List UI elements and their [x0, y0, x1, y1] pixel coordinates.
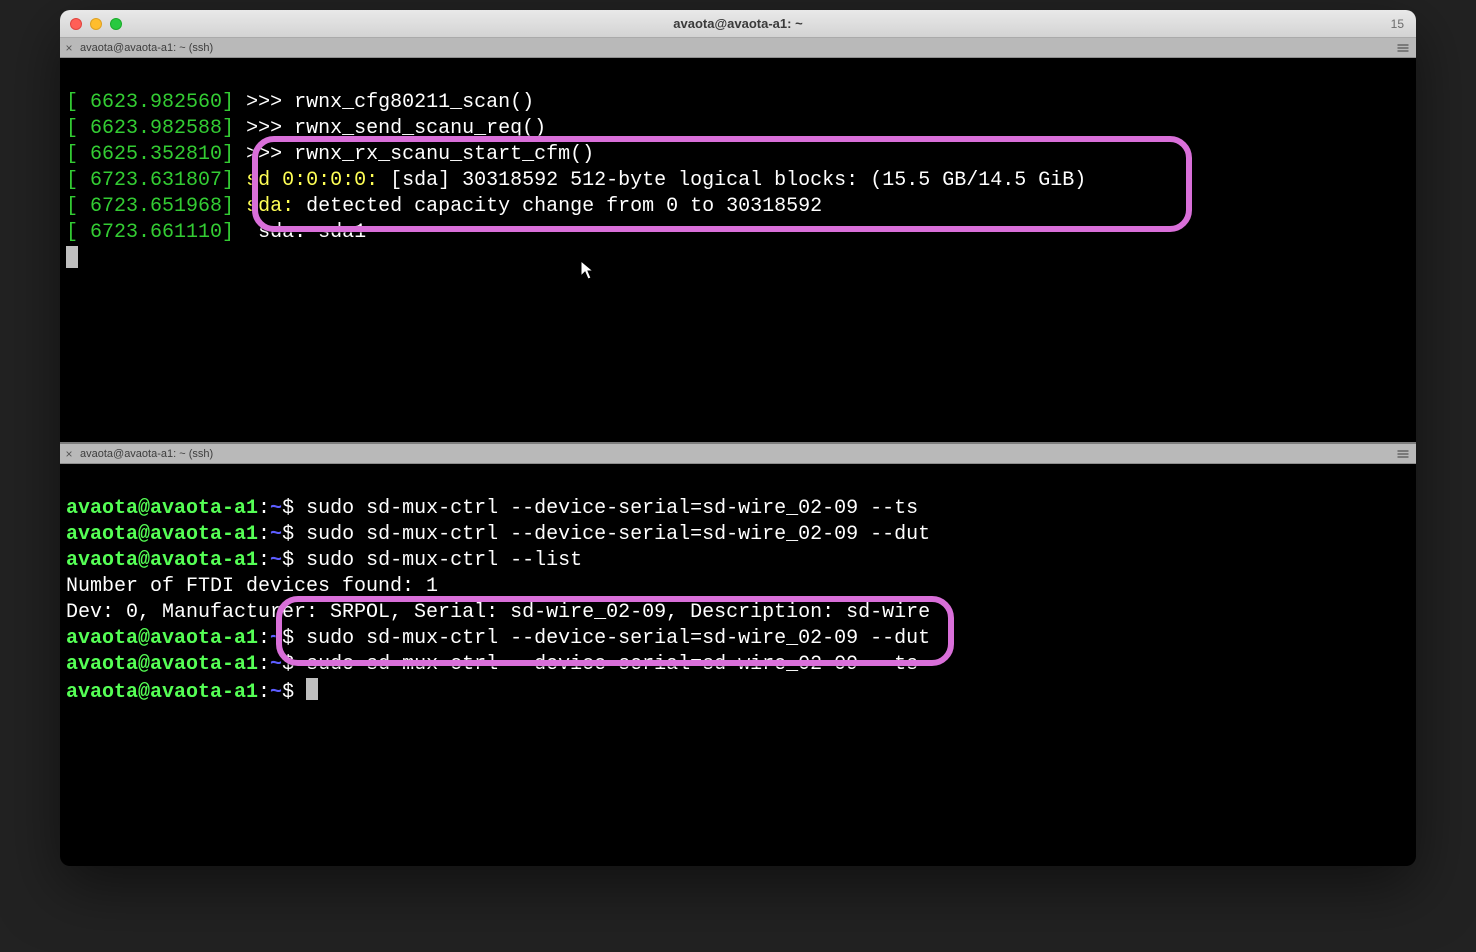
kernel-timestamp: 6623.982560 — [90, 91, 222, 114]
output-line: Number of FTDI devices found: 1 — [66, 575, 438, 598]
kernel-timestamp: 6723.661110 — [90, 221, 222, 244]
kernel-message: sda: sda1 — [246, 221, 366, 244]
kernel-message: >>> rwnx_send_scanu_req() — [246, 117, 546, 140]
window-title-right: 15 — [1391, 17, 1404, 31]
tab-menu-icon[interactable] — [1396, 41, 1410, 55]
tab-menu-icon[interactable] — [1396, 447, 1410, 461]
mouse-cursor-icon — [508, 234, 524, 256]
command: sudo sd-mux-ctrl --device-serial=sd-wire… — [306, 653, 918, 676]
maximize-button[interactable] — [110, 18, 122, 30]
prompt-path: ~ — [270, 653, 282, 676]
prompt-host: avaota@avaota-a1 — [66, 523, 258, 546]
kernel-timestamp: 6623.982588 — [90, 117, 222, 140]
kernel-prefix: sd 0:0:0:0: — [246, 169, 390, 192]
terminal-window: avaota@avaota-a1: ~ 15 × avaota@avaota-a… — [60, 10, 1416, 866]
titlebar: avaota@avaota-a1: ~ 15 — [60, 10, 1416, 38]
tabbar-bottom: × avaota@avaota-a1: ~ (ssh) — [60, 444, 1416, 464]
command: sudo sd-mux-ctrl --device-serial=sd-wire… — [306, 627, 930, 650]
terminal-cursor — [66, 246, 78, 268]
tabbar-top: × avaota@avaota-a1: ~ (ssh) — [60, 38, 1416, 58]
output-line: Dev: 0, Manufacturer: SRPOL, Serial: sd-… — [66, 601, 930, 624]
prompt-path: ~ — [270, 497, 282, 520]
command: sudo sd-mux-ctrl --device-serial=sd-wire… — [306, 497, 918, 520]
prompt-path: ~ — [270, 549, 282, 572]
tab-close-icon[interactable]: × — [60, 38, 78, 58]
terminal-cursor — [306, 678, 318, 700]
tab-close-icon[interactable]: × — [60, 444, 78, 464]
prompt-host: avaota@avaota-a1 — [66, 681, 258, 704]
close-button[interactable] — [70, 18, 82, 30]
kernel-timestamp: 6723.631807 — [90, 169, 222, 192]
command: sudo sd-mux-ctrl --list — [306, 549, 582, 572]
traffic-lights — [70, 18, 122, 30]
kernel-prefix: sda: — [246, 195, 306, 218]
tab-label-top[interactable]: avaota@avaota-a1: ~ (ssh) — [78, 42, 213, 54]
kernel-timestamp: 6723.651968 — [90, 195, 222, 218]
kernel-message: [sda] 30318592 512-byte logical blocks: … — [390, 169, 1086, 192]
terminal-pane-bottom[interactable]: avaota@avaota-a1:~$ sudo sd-mux-ctrl --d… — [60, 464, 1416, 857]
terminal-pane-top[interactable]: [ 6623.982560] >>> rwnx_cfg80211_scan() … — [60, 58, 1416, 442]
kernel-message: >>> rwnx_cfg80211_scan() — [246, 91, 534, 114]
kernel-timestamp: 6625.352810 — [90, 143, 222, 166]
kernel-message: detected capacity change from 0 to 30318… — [306, 195, 822, 218]
minimize-button[interactable] — [90, 18, 102, 30]
prompt-path: ~ — [270, 681, 282, 704]
prompt-path: ~ — [270, 523, 282, 546]
prompt-host: avaota@avaota-a1 — [66, 497, 258, 520]
prompt-host: avaota@avaota-a1 — [66, 653, 258, 676]
prompt-path: ~ — [270, 627, 282, 650]
window-title: avaota@avaota-a1: ~ — [60, 16, 1416, 31]
kernel-message: >>> rwnx_rx_scanu_start_cfm() — [246, 143, 594, 166]
prompt-host: avaota@avaota-a1 — [66, 549, 258, 572]
tab-label-bottom[interactable]: avaota@avaota-a1: ~ (ssh) — [78, 448, 213, 460]
command: sudo sd-mux-ctrl --device-serial=sd-wire… — [306, 523, 930, 546]
prompt-host: avaota@avaota-a1 — [66, 627, 258, 650]
